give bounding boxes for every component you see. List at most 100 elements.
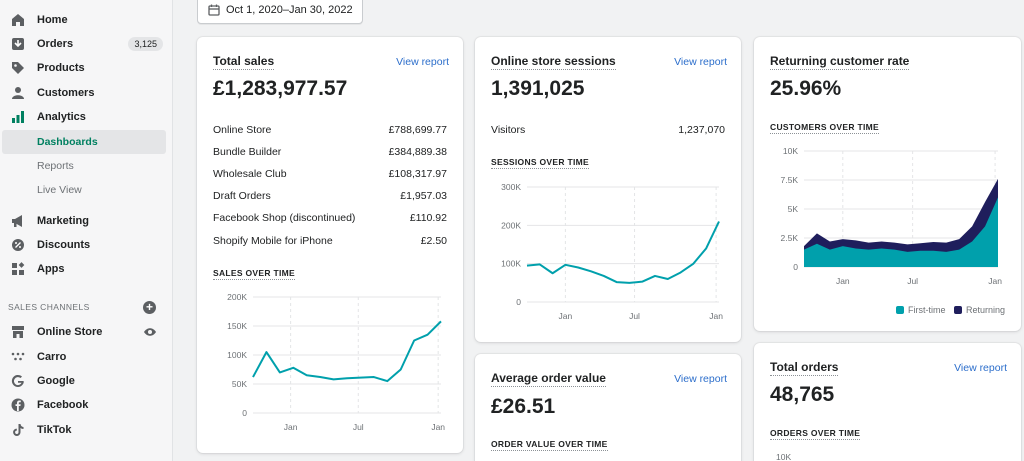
- sidebar-item-label: Discounts: [37, 239, 91, 251]
- series-line: [252, 320, 442, 383]
- y-tick-label: 300K: [501, 182, 521, 192]
- x-tick-label: Jan: [836, 276, 850, 286]
- tiktok-icon: [10, 422, 26, 438]
- home-icon: [10, 12, 26, 28]
- tag-icon: [10, 60, 26, 76]
- x-tick-label: Jan: [284, 422, 298, 432]
- sidebar-item-label: Customers: [37, 87, 95, 99]
- x-tick-label: Jan: [988, 276, 1002, 286]
- orders-icon: [10, 36, 26, 52]
- calendar-icon: [208, 4, 220, 16]
- sidebar-item-label: Home: [37, 14, 68, 26]
- chart-heading[interactable]: SALES OVER TIME: [213, 268, 295, 280]
- card-title[interactable]: Total sales: [213, 54, 275, 70]
- view-store-eye-icon[interactable]: [143, 325, 157, 344]
- sidebar-item-label: Analytics: [37, 111, 86, 123]
- list-item: Visitors 1,237,070: [491, 124, 725, 136]
- discount-icon: [10, 237, 26, 253]
- sessions-over-time-chart: 300K 200K 100K 0 Jan Jul Jan: [501, 182, 723, 321]
- y-tick-label: 200K: [501, 220, 521, 230]
- chart-heading[interactable]: CUSTOMERS OVER TIME: [770, 122, 879, 134]
- sidebar-item-marketing[interactable]: Marketing: [0, 209, 173, 233]
- sidebar-sub-dashboards[interactable]: Dashboards: [2, 130, 166, 154]
- sidebar-item-customers[interactable]: Customers: [0, 81, 173, 105]
- apps-icon: [10, 261, 26, 277]
- y-tick-label: 5K: [788, 204, 799, 214]
- orders-count-badge: 3,125: [128, 37, 163, 51]
- y-tick-label: 100K: [501, 259, 521, 269]
- legend-swatch: [896, 306, 904, 314]
- sidebar-channel-carro[interactable]: Carro: [0, 345, 173, 369]
- list-item: Bundle Builder £384,889.38: [213, 146, 447, 158]
- bar-chart-icon: [10, 109, 26, 125]
- y-tick-label: 7.5K: [781, 175, 799, 185]
- x-tick-label: Jan: [431, 422, 445, 432]
- megaphone-icon: [10, 213, 26, 229]
- returning-customer-rate-card: Returning customer rate 25.96% CUSTOMERS…: [754, 37, 1021, 331]
- y-tick-label: 50K: [232, 379, 247, 389]
- total-orders-value: 48,765: [770, 383, 835, 406]
- person-icon: [10, 85, 26, 101]
- view-report-link[interactable]: View report: [396, 56, 449, 68]
- sidebar-item-orders[interactable]: Orders 3,125: [0, 32, 173, 56]
- date-range-picker-button[interactable]: Oct 1, 2020–Jan 30, 2022: [197, 0, 363, 24]
- sales-over-time-chart: 200K 150K 100K 50K 0 Jan Jul Jan: [227, 292, 445, 432]
- y-tick-label: 100K: [227, 350, 247, 360]
- chart-heading[interactable]: ORDER VALUE OVER TIME: [491, 439, 608, 451]
- sidebar-item-label: Products: [37, 62, 85, 74]
- x-tick-label: Jul: [907, 276, 918, 286]
- y-tick-label: 2.5K: [781, 233, 799, 243]
- card-title[interactable]: Returning customer rate: [770, 54, 910, 70]
- sidebar-sub-live-view[interactable]: Live View: [2, 178, 166, 202]
- y-tick-label: 0: [516, 297, 521, 307]
- google-icon: [10, 373, 26, 389]
- card-title[interactable]: Online store sessions: [491, 54, 616, 70]
- y-tick-label: 10K: [783, 146, 798, 156]
- series-line: [526, 221, 720, 284]
- list-item: Facebook Shop (discontinued) £110.92: [213, 212, 447, 224]
- sidebar-item-home[interactable]: Home: [0, 8, 173, 32]
- sidebar-item-label: Google: [37, 375, 75, 387]
- sidebar-item-label: TikTok: [37, 424, 72, 436]
- date-range-label: Oct 1, 2020–Jan 30, 2022: [226, 4, 353, 16]
- list-item: Online Store £788,699.77: [213, 124, 447, 136]
- x-tick-label: Jan: [709, 311, 723, 321]
- sidebar-item-discounts[interactable]: Discounts: [0, 233, 173, 257]
- view-report-link[interactable]: View report: [954, 362, 1007, 374]
- carro-icon: [10, 349, 26, 365]
- add-channel-button[interactable]: +: [143, 301, 156, 314]
- sidebar-item-label: Apps: [37, 263, 65, 275]
- sidebar-item-analytics[interactable]: Analytics: [0, 105, 173, 129]
- y-tick-label: 0: [242, 408, 247, 418]
- sidebar-item-apps[interactable]: Apps: [0, 257, 173, 281]
- facebook-icon: [10, 397, 26, 413]
- sidebar-channel-tiktok[interactable]: TikTok: [0, 418, 173, 442]
- card-title[interactable]: Average order value: [491, 371, 606, 387]
- y-tick-label: 10K: [776, 452, 792, 461]
- chart-heading[interactable]: SESSIONS OVER TIME: [491, 157, 589, 169]
- sidebar-item-products[interactable]: Products: [0, 56, 173, 80]
- sales-channels-label: SALES CHANNELS: [8, 302, 90, 312]
- x-tick-label: Jan: [559, 311, 573, 321]
- customers-over-time-chart: 10K 7.5K 5K 2.5K 0 Jan Jul Jan: [781, 146, 1003, 286]
- sidebar-channel-facebook[interactable]: Facebook: [0, 393, 173, 417]
- view-report-link[interactable]: View report: [674, 56, 727, 68]
- chart-heading[interactable]: ORDERS OVER TIME: [770, 428, 861, 440]
- total-sales-card: Total sales View report £1,283,977.57 On…: [197, 37, 463, 453]
- view-report-link[interactable]: View report: [674, 373, 727, 385]
- card-title[interactable]: Total orders: [770, 360, 839, 376]
- sidebar-channel-google[interactable]: Google: [0, 369, 173, 393]
- sidebar-item-label: Online Store: [37, 326, 103, 338]
- list-item: Wholesale Club £108,317.97: [213, 168, 447, 180]
- sessions-value: 1,391,025: [491, 77, 585, 100]
- list-item: Shopify Mobile for iPhone £2.50: [213, 235, 447, 247]
- y-tick-label: 0: [793, 262, 798, 272]
- online-store-sessions-card: Online store sessions View report 1,391,…: [475, 37, 741, 342]
- y-tick-label: 200K: [227, 292, 247, 302]
- aov-value: £26.51: [491, 395, 556, 418]
- sidebar-sub-reports[interactable]: Reports: [2, 154, 166, 178]
- x-tick-label: Jul: [353, 422, 364, 432]
- legend-swatch: [954, 306, 962, 314]
- average-order-value-card: Average order value View report £26.51 O…: [475, 354, 741, 461]
- y-tick-label: 150K: [227, 321, 247, 331]
